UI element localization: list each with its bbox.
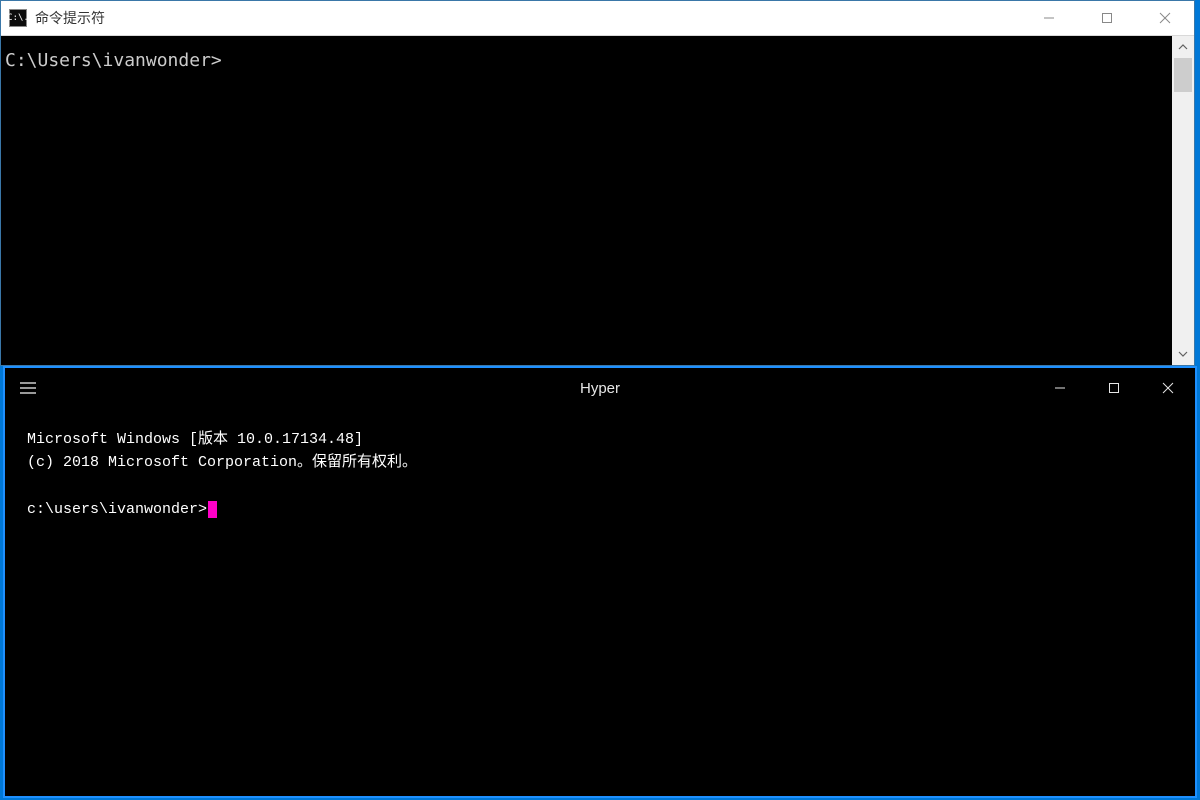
hyper-prompt: c:\users\ivanwonder> — [27, 501, 207, 518]
chevron-down-icon — [1178, 349, 1188, 359]
chevron-up-icon — [1178, 42, 1188, 52]
hyper-terminal-body[interactable]: Microsoft Windows [版本 10.0.17134.48] (c)… — [5, 408, 1195, 541]
hyper-window: Hyper Microsoft Windows [版本 10.0.17134.4… — [3, 366, 1197, 798]
hamburger-menu-button[interactable] — [5, 368, 51, 408]
scroll-down-button[interactable] — [1172, 343, 1194, 365]
cmd-body-wrap: C:\Users\ivanwonder> — [1, 35, 1194, 365]
cmd-prompt: C:\Users\ivanwonder> — [5, 50, 222, 71]
cmd-window: C:\. 命令提示符 C:\Users\ivanwonder> — [0, 0, 1195, 366]
hyper-title: Hyper — [5, 380, 1195, 397]
hyper-window-controls — [1033, 368, 1195, 408]
close-icon — [1159, 12, 1171, 24]
hamburger-icon — [20, 382, 36, 394]
scroll-thumb[interactable] — [1174, 58, 1192, 92]
minimize-icon — [1043, 12, 1055, 24]
hyper-titlebar[interactable]: Hyper — [5, 368, 1195, 408]
close-button[interactable] — [1141, 368, 1195, 408]
cmd-scrollbar[interactable] — [1172, 36, 1194, 365]
maximize-icon — [1101, 12, 1113, 24]
maximize-icon — [1108, 382, 1120, 394]
hyper-line-2: (c) 2018 Microsoft Corporation。保留所有权利。 — [27, 454, 417, 471]
minimize-icon — [1054, 382, 1066, 394]
close-icon — [1162, 382, 1174, 394]
cmd-terminal-body[interactable]: C:\Users\ivanwonder> — [1, 36, 1172, 365]
hyper-line-1: Microsoft Windows [版本 10.0.17134.48] — [27, 431, 363, 448]
cmd-window-controls — [1020, 1, 1194, 35]
minimize-button[interactable] — [1020, 1, 1078, 35]
close-button[interactable] — [1136, 1, 1194, 35]
scroll-track[interactable] — [1172, 58, 1194, 343]
scroll-up-button[interactable] — [1172, 36, 1194, 58]
cmd-title: 命令提示符 — [35, 8, 1020, 28]
cmd-titlebar[interactable]: C:\. 命令提示符 — [1, 1, 1194, 35]
maximize-button[interactable] — [1078, 1, 1136, 35]
minimize-button[interactable] — [1033, 368, 1087, 408]
cursor — [208, 501, 217, 518]
maximize-button[interactable] — [1087, 368, 1141, 408]
cmd-icon: C:\. — [9, 9, 27, 27]
